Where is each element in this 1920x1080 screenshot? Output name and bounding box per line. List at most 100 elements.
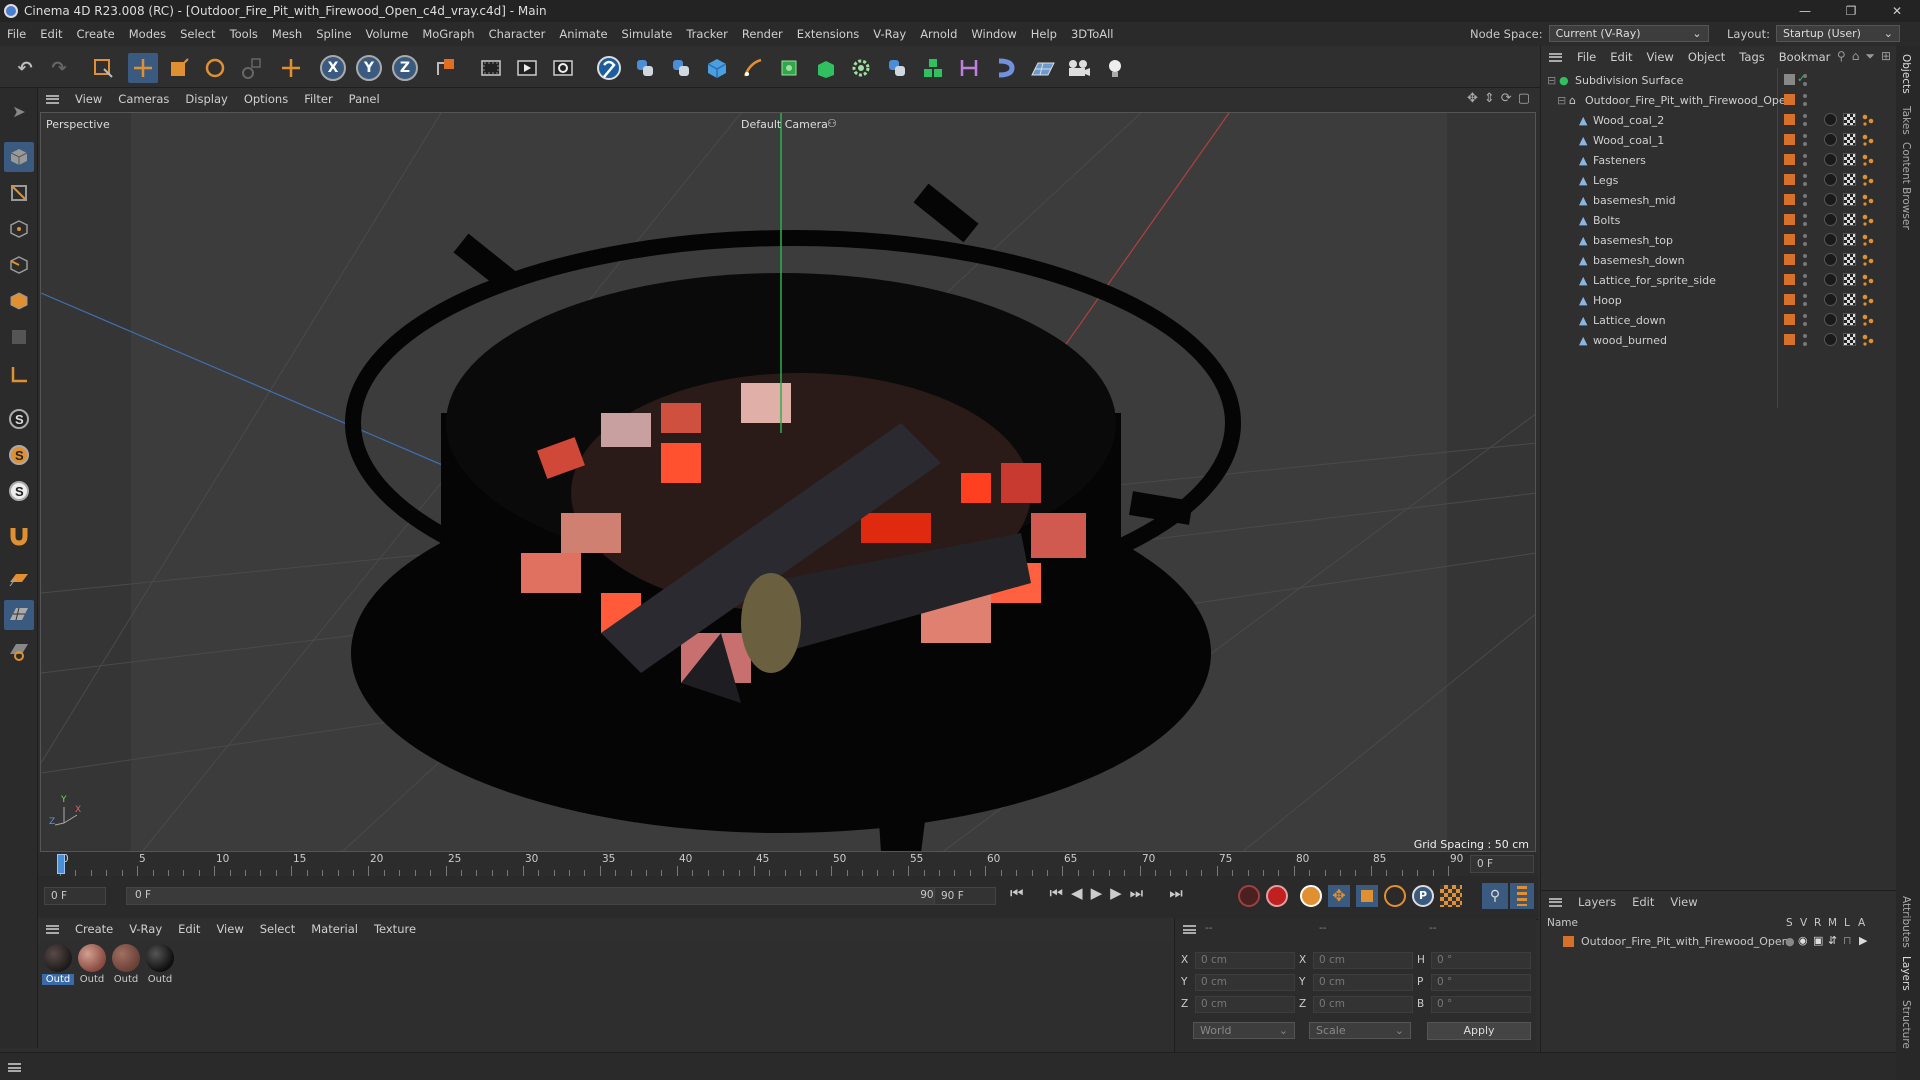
node-space-dropdown[interactable]: Current (V-Ray) ⌄ xyxy=(1548,25,1709,42)
axis-mode-icon[interactable] xyxy=(4,360,34,390)
next-key-icon[interactable]: ⏭ xyxy=(1130,884,1144,902)
layer-animation-icon[interactable]: ▶ xyxy=(1859,934,1867,947)
layer-color-tag[interactable] xyxy=(1784,154,1795,165)
pen-icon[interactable] xyxy=(738,53,768,83)
texture-tag-icon[interactable] xyxy=(1843,233,1856,246)
layer-color-tag[interactable] xyxy=(1784,254,1795,265)
move-view-icon[interactable]: ✥ xyxy=(1467,91,1478,106)
selection-tag-icon[interactable] xyxy=(1861,153,1874,166)
render-settings-icon[interactable] xyxy=(548,53,578,83)
texture-tag-icon[interactable] xyxy=(1843,153,1856,166)
layer-manager-icon[interactable]: ⇵ xyxy=(1828,934,1837,947)
layout-dropdown[interactable]: Startup (User) ⌄ xyxy=(1775,25,1900,42)
menu-arnold[interactable]: Arnold xyxy=(913,27,964,41)
axis-x-button[interactable]: X xyxy=(320,55,346,81)
search-icon[interactable]: ⚲ xyxy=(1837,49,1846,64)
frame-range-slider[interactable]: 0 F 90 F xyxy=(126,887,954,905)
texture-tag-icon[interactable] xyxy=(1843,173,1856,186)
layer-color-tag[interactable] xyxy=(1784,214,1795,225)
menu-select[interactable]: Select xyxy=(173,27,222,41)
material-tag-icon[interactable] xyxy=(1824,253,1837,266)
object-menu-object[interactable]: Object xyxy=(1681,50,1732,64)
vray-icon[interactable] xyxy=(594,53,624,83)
uv-mode-icon[interactable] xyxy=(4,322,34,352)
recent-tool-icon[interactable] xyxy=(236,53,266,83)
minimize-button[interactable]: — xyxy=(1782,0,1828,22)
rot-h-field[interactable]: 0 ° xyxy=(1431,952,1531,969)
hamburger-icon[interactable] xyxy=(1549,52,1562,62)
layer-color-tag[interactable] xyxy=(1784,234,1795,245)
object-row[interactable]: ▲ Wood_coal_1 xyxy=(1541,130,1897,150)
mograph-icon[interactable] xyxy=(918,53,948,83)
extrude-icon[interactable] xyxy=(810,53,840,83)
live-selection-icon[interactable] xyxy=(88,53,118,83)
tab-structure[interactable]: Structure xyxy=(1900,1000,1912,1049)
collapse-icon[interactable]: ⊟ xyxy=(1547,75,1558,86)
size-mode-dropdown[interactable]: Scale ⌄ xyxy=(1309,1022,1411,1039)
object-menu-bookmarks[interactable]: Bookmar xyxy=(1772,50,1838,64)
selection-tag-icon[interactable] xyxy=(1861,113,1874,126)
render-region-icon[interactable] xyxy=(476,53,506,83)
layer-menu-view[interactable]: View xyxy=(1662,895,1705,909)
layer-color-tag[interactable] xyxy=(1784,314,1795,325)
polygon-mode-icon[interactable] xyxy=(4,286,34,316)
undo-button[interactable]: ↶ xyxy=(10,53,40,83)
texture-tag-icon[interactable] xyxy=(1843,113,1856,126)
material-tag-icon[interactable] xyxy=(1824,113,1837,126)
visibility-dots[interactable] xyxy=(1803,114,1807,126)
texture-tag-icon[interactable] xyxy=(1843,213,1856,226)
menu-spline[interactable]: Spline xyxy=(309,27,358,41)
object-row[interactable]: ▲ Wood_coal_2 xyxy=(1541,110,1897,130)
object-row[interactable]: ▲ wood_burned xyxy=(1541,330,1897,350)
snap-icon[interactable]: S xyxy=(4,476,34,506)
material-tag-icon[interactable] xyxy=(1824,193,1837,206)
model-mode-icon[interactable] xyxy=(4,142,34,172)
material-tag-icon[interactable] xyxy=(1824,313,1837,326)
timeline-ruler[interactable]: 0 5 10 15 20 25 30 35 40 45 50 55 60 65 70 75 80 85 90 0 F xyxy=(38,852,1538,876)
magnet-icon[interactable] xyxy=(4,520,34,550)
viewport-menu-options[interactable]: Options xyxy=(236,92,296,106)
object-row-group[interactable]: ⊟ ⌂ Outdoor_Fire_Pit_with_Firewood_Open xyxy=(1541,90,1897,110)
hamburger-icon[interactable] xyxy=(46,924,59,934)
material-swatch[interactable]: Outd xyxy=(110,944,142,992)
play-icon[interactable]: ▶ xyxy=(1091,884,1103,902)
texture-mode-icon[interactable] xyxy=(4,178,34,208)
material-tag-icon[interactable] xyxy=(1824,153,1837,166)
layer-menu-edit[interactable]: Edit xyxy=(1624,895,1662,909)
key-position-icon[interactable]: ✥ xyxy=(1328,885,1350,907)
menu-3dtoall[interactable]: 3DToAll xyxy=(1064,27,1121,41)
deformer-icon[interactable] xyxy=(954,53,984,83)
size-z-field[interactable]: 0 cm xyxy=(1313,996,1413,1013)
maximize-view-icon[interactable]: ▢ xyxy=(1518,91,1530,106)
collapse-icon[interactable]: ⊟ xyxy=(1557,95,1568,106)
menu-edit[interactable]: Edit xyxy=(33,27,69,41)
layer-lock-icon[interactable]: ⊓ xyxy=(1843,934,1852,947)
menu-simulate[interactable]: Simulate xyxy=(615,27,680,41)
layer-menu-layers[interactable]: Layers xyxy=(1570,895,1624,909)
move-icon[interactable] xyxy=(128,53,158,83)
material-tag-icon[interactable] xyxy=(1824,173,1837,186)
tab-layers[interactable]: Layers xyxy=(1900,956,1912,991)
menu-help[interactable]: Help xyxy=(1024,27,1064,41)
filter-icon[interactable]: ⏷ xyxy=(1865,49,1875,64)
snap-icon[interactable]: S xyxy=(4,440,34,470)
pos-z-field[interactable]: 0 cm xyxy=(1195,996,1295,1013)
tab-objects[interactable]: Objects xyxy=(1900,54,1912,94)
viewport-menu-view[interactable]: View xyxy=(67,92,110,106)
tab-content-browser[interactable]: Content Browser xyxy=(1900,142,1912,230)
menu-window[interactable]: Window xyxy=(964,27,1023,41)
redo-button[interactable]: ↷ xyxy=(44,53,74,83)
visibility-dots[interactable] xyxy=(1803,74,1807,86)
texture-tag-icon[interactable] xyxy=(1843,253,1856,266)
tab-takes[interactable]: Takes xyxy=(1900,106,1912,135)
ruler-track[interactable]: 0 5 10 15 20 25 30 35 40 45 50 55 60 65 70 75 80 85 90 xyxy=(56,852,1463,876)
point-mode-icon[interactable] xyxy=(4,214,34,244)
effector-icon[interactable] xyxy=(990,53,1020,83)
key-scale-icon[interactable] xyxy=(1356,885,1378,907)
menu-volume[interactable]: Volume xyxy=(359,27,416,41)
lock-icon[interactable] xyxy=(4,636,34,666)
hamburger-icon[interactable] xyxy=(46,94,59,104)
auto-key-icon[interactable] xyxy=(1266,885,1288,907)
camera-icon[interactable] xyxy=(1064,53,1094,83)
layer-render-icon[interactable]: ▣ xyxy=(1813,934,1823,947)
